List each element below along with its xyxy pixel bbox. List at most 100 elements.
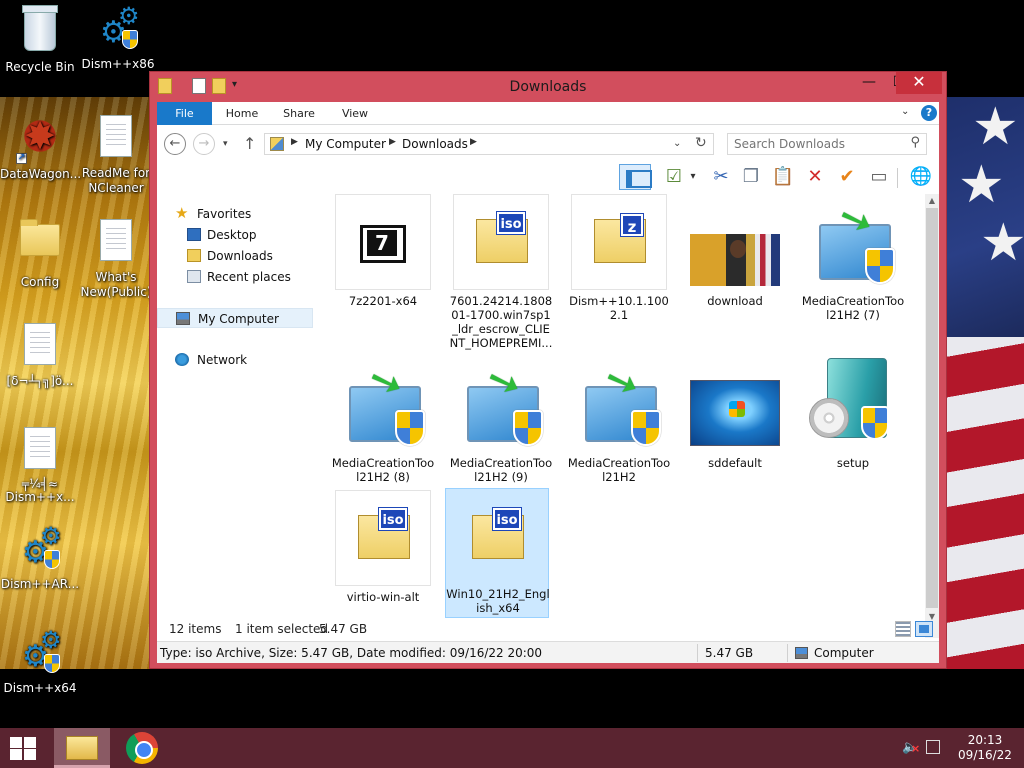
nav-item-downloads[interactable]: Downloads (157, 246, 313, 266)
paste-icon[interactable]: 📋 (769, 164, 797, 190)
breadcrumb-downloads[interactable]: Downloads (402, 137, 468, 151)
nav-item-recent-places[interactable]: Recent places (157, 267, 313, 287)
cut-icon[interactable]: ✂ (707, 164, 735, 190)
breadcrumb-my-computer[interactable]: My Computer (305, 137, 386, 151)
desktop-icon-dism-arm[interactable]: ⚙ ⚙ Dism++AR... (0, 524, 80, 592)
desktop-icon-dism-x86[interactable]: ⚙ ⚙ Dism++x86 (78, 4, 158, 72)
scrollbar-thumb[interactable] (926, 208, 938, 608)
large-icons-view-icon[interactable] (915, 621, 933, 637)
file-item[interactable]: 7 7z2201-x64 (331, 194, 435, 352)
nav-label: Network (197, 353, 248, 367)
vertical-scrollbar[interactable]: ▲ ▼ (925, 194, 939, 638)
file-item[interactable]: setup (801, 356, 905, 514)
search-icon[interactable]: ⚲ (910, 135, 920, 150)
up-arrow-icon[interactable]: ↑ (243, 134, 256, 153)
globe-icon[interactable]: 🌐 (907, 164, 935, 190)
desktop-icon-label: Dism++x64 (3, 681, 77, 695)
taskbar-file-explorer[interactable] (54, 728, 110, 768)
desktop-icon-label: Config (20, 275, 60, 289)
rename-icon[interactable]: ▭ (865, 164, 893, 190)
copy-icon[interactable]: ❐ (737, 164, 765, 190)
star-icon: ★ (958, 155, 1005, 215)
address-bar[interactable]: ▶ My Computer ▶ Downloads ▶ ⌄ ↻ (264, 133, 714, 155)
tab-share[interactable]: Share (275, 102, 323, 125)
desktop-icon-config[interactable]: Config (0, 216, 80, 290)
title-bar[interactable]: ▾ Downloads — ☐ ✕ (150, 72, 946, 102)
refresh-icon[interactable]: ↻ (695, 135, 707, 151)
desktop-icon-whats-new[interactable]: What's New(Public) (76, 216, 156, 300)
nav-favorites[interactable]: ★ Favorites (157, 204, 313, 224)
windows-logo-icon (24, 749, 36, 760)
close-button[interactable]: ✕ (896, 72, 942, 94)
zip-icon: z (594, 213, 646, 263)
recent-locations-icon[interactable]: ▾ (223, 139, 228, 149)
details-text: Type: iso Archive, Size: 5.47 GB, Date m… (160, 646, 543, 660)
gear-icon: ⚙ (40, 626, 62, 654)
preview-pane-button[interactable] (619, 164, 652, 190)
desktop-icon-label: DataWagon... (0, 167, 82, 181)
file-item[interactable]: z Dism++10.1.1002.1 (567, 194, 671, 352)
wallpaper-right: ★ ★ ★ (946, 97, 1024, 669)
window-client: File Home Share View ⌄ ? ← → ▾ ↑ ▶ My Co… (157, 102, 939, 663)
shield-icon (865, 248, 895, 284)
tab-home[interactable]: Home (217, 102, 267, 125)
divider (787, 644, 788, 662)
search-input[interactable] (734, 136, 904, 152)
address-history-icon[interactable]: ⌄ (673, 138, 681, 149)
file-name: setup (836, 456, 870, 470)
taskbar-chrome-icon[interactable] (126, 732, 158, 764)
nav-item-my-computer[interactable]: My Computer (157, 308, 313, 328)
delete-icon[interactable]: ✕ (801, 164, 829, 190)
breadcrumb-separator-icon[interactable]: ▶ (470, 137, 477, 147)
help-icon[interactable]: ? (921, 105, 937, 121)
chevron-down-icon[interactable]: ▾ (687, 164, 699, 190)
breadcrumb-separator-icon[interactable]: ▶ (389, 137, 396, 147)
explorer-window: ▾ Downloads — ☐ ✕ File Home Share View ⌄… (149, 71, 947, 669)
tab-file[interactable]: File (157, 102, 212, 125)
desktop-icon-readme[interactable]: ReadMe for NCleaner (76, 112, 156, 196)
nav-item-network[interactable]: Network (157, 350, 313, 370)
nav-label: My Computer (198, 312, 279, 326)
desktop-icon-label: Recycle Bin (5, 60, 75, 74)
forward-button[interactable]: → (193, 133, 215, 155)
select-all-icon[interactable]: ☑ (660, 164, 688, 190)
file-item[interactable]: download (683, 194, 787, 352)
back-button[interactable]: ← (164, 133, 186, 155)
minimize-button[interactable]: — (854, 72, 884, 94)
file-item[interactable]: iso 7601.24214.180801-1700.win7sp1_ldr_e… (449, 194, 553, 352)
file-item[interactable]: ➘ MediaCreationTool21H2 (567, 355, 671, 514)
iso-icon: iso (476, 211, 528, 263)
toolbar-divider (897, 168, 898, 188)
item-count: 12 items (169, 622, 222, 636)
file-item[interactable]: ➘ MediaCreationTool21H2 (7) (801, 194, 905, 352)
navigation-bar: ← → ▾ ↑ ▶ My Computer ▶ Downloads ▶ ⌄ ↻ … (157, 129, 939, 159)
desktop-icon (187, 228, 201, 241)
file-item[interactable]: iso virtio-win-alt (331, 490, 435, 638)
start-button[interactable] (8, 736, 38, 760)
details-view-icon[interactable] (895, 621, 911, 637)
expand-ribbon-icon[interactable]: ⌄ (901, 106, 909, 117)
file-item[interactable]: sddefault (683, 356, 787, 514)
star-icon: ★ (175, 204, 189, 222)
file-item-selected[interactable]: iso Win10_21H2_English_x64 (445, 488, 550, 618)
desktop-icon-dism-x64[interactable]: ⚙ ⚙ Dism++x64 (0, 626, 80, 696)
search-box[interactable]: ⚲ (727, 133, 927, 155)
shield-icon (631, 410, 661, 446)
desktop-icon-document-1[interactable]: [δ¬┴┐╗]ö... (0, 320, 80, 389)
datawagon-icon (20, 116, 60, 156)
nav-item-desktop[interactable]: Desktop (157, 225, 313, 245)
clock-date: 09/16/22 (958, 748, 1012, 762)
clock-time: 20:13 (967, 733, 1003, 747)
shield-icon (122, 30, 138, 49)
desktop-icon-datawagon[interactable]: ↗ DataWagon... (0, 112, 82, 182)
breadcrumb-separator-icon[interactable]: ▶ (291, 137, 298, 147)
clock[interactable]: 20:13 09/16/22 (950, 733, 1020, 763)
volume-muted-icon[interactable]: 🔈 (902, 740, 920, 755)
scroll-up-icon[interactable]: ▲ (925, 194, 939, 208)
desktop-icon-recycle-bin[interactable]: Recycle Bin (0, 5, 80, 75)
desktop-icon-document-2[interactable]: ╤¼╡≈ Dism++x... (0, 424, 80, 504)
network-icon[interactable] (926, 740, 940, 754)
status-bar: 12 items 1 item selected 5.47 GB (157, 618, 939, 640)
tab-view[interactable]: View (333, 102, 377, 125)
checkmark-icon[interactable]: ✔ (833, 164, 861, 190)
